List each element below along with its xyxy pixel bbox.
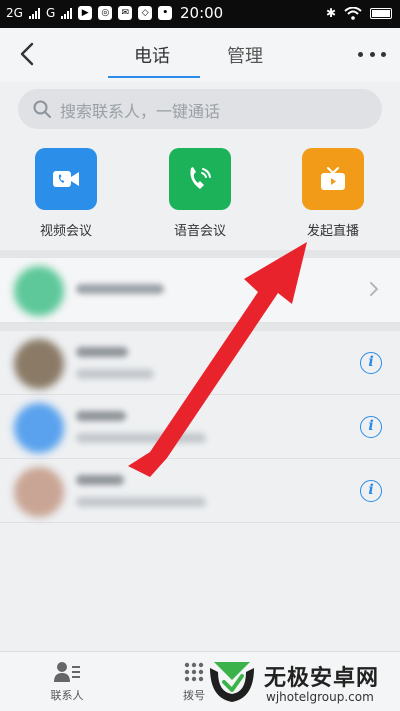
blurred-name	[76, 347, 128, 357]
voice-conference-button[interactable]: 语音会议	[155, 148, 245, 239]
section-divider	[0, 323, 400, 331]
bluetooth-icon: ✱	[325, 6, 336, 20]
search-placeholder: 搜索联系人，一键通话	[60, 102, 221, 121]
blurred-detail	[76, 433, 206, 443]
signal-icon	[28, 7, 40, 19]
info-icon[interactable]: i	[360, 352, 382, 374]
video-call-icon	[35, 148, 97, 210]
quick-actions: 视频会议 语音会议 发起直播	[0, 148, 400, 248]
video-conference-button[interactable]: 视频会议	[21, 148, 111, 239]
tab-indicator	[108, 76, 200, 78]
avatar	[14, 339, 64, 389]
contacts-icon	[54, 662, 80, 682]
blurred-detail	[76, 369, 154, 379]
nav-contacts-label: 联系人	[50, 689, 84, 702]
back-arrow-icon[interactable]	[14, 40, 42, 68]
list-item[interactable]: i	[0, 395, 400, 459]
network-label-2g: 2G	[6, 6, 23, 20]
start-live-button[interactable]: 发起直播	[288, 148, 378, 239]
video-conference-label: 视频会议	[39, 224, 92, 239]
tab-manage[interactable]: 管理	[227, 42, 263, 68]
list-item[interactable]: i	[0, 459, 400, 523]
clock: 20:00	[180, 4, 224, 22]
chevron-right-icon[interactable]	[368, 280, 380, 298]
blurred-name	[76, 475, 124, 485]
notification-icon: ◎	[98, 6, 113, 20]
signal-icon-2	[61, 7, 73, 19]
voice-conference-label: 语音会议	[173, 224, 226, 239]
blurred-name	[76, 411, 126, 421]
search-icon	[33, 100, 51, 118]
avatar	[14, 403, 64, 453]
list-item[interactable]	[0, 258, 400, 323]
search-bar[interactable]: 搜索联系人，一键通话	[18, 89, 382, 129]
notification-icon: ◇	[138, 6, 153, 20]
info-icon[interactable]: i	[360, 416, 382, 438]
network-label-g: G	[45, 6, 56, 20]
tab-phone[interactable]: 电话	[134, 42, 170, 68]
watermark-url: wjhotelgroup.com	[266, 690, 374, 704]
battery-icon	[370, 7, 392, 19]
dialpad-icon	[184, 662, 204, 682]
list-item[interactable]: i	[0, 331, 400, 395]
more-options-icon[interactable]	[358, 46, 386, 62]
avatar	[14, 266, 64, 316]
info-icon[interactable]: i	[360, 480, 382, 502]
notification-icon: ✉	[118, 6, 133, 20]
watermark: 无极安卓网 wjhotelgroup.com	[206, 656, 400, 711]
start-live-label: 发起直播	[306, 224, 359, 239]
live-tv-icon	[302, 148, 364, 210]
nav-contacts[interactable]: 联系人	[44, 660, 90, 703]
avatar	[14, 467, 64, 517]
section-divider	[0, 250, 400, 258]
watermark-title: 无极安卓网	[264, 666, 380, 691]
top-bar: 电话 管理	[0, 28, 400, 82]
blurred-name	[76, 284, 164, 294]
wifi-icon	[344, 6, 362, 20]
blurred-detail	[76, 497, 206, 507]
voice-call-icon	[169, 148, 231, 210]
watermark-logo	[210, 662, 254, 702]
status-bar: 2G G ▶ ◎ ✉ ◇ • 20:00 ✱	[0, 0, 400, 28]
notification-icon: ▶	[78, 6, 93, 20]
notification-icon: •	[158, 6, 173, 20]
